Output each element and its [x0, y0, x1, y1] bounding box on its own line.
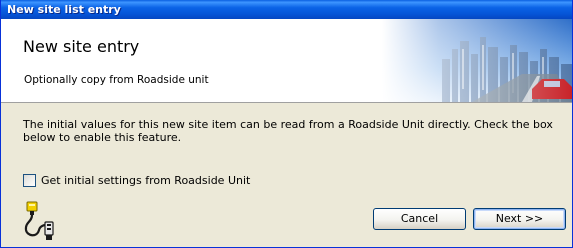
checkbox-label[interactable]: Get initial settings from Roadside Unit	[41, 174, 250, 187]
wizard-dialog: New site list entry New site entry Optio…	[0, 0, 573, 248]
description-text: The initial values for this new site ite…	[23, 118, 553, 144]
cable-connector-icon	[24, 201, 54, 240]
title-bar[interactable]: New site list entry	[1, 0, 572, 19]
header-subtitle: Optionally copy from Roadside unit	[24, 74, 209, 86]
wizard-header: New site entry Optionally copy from Road…	[1, 19, 572, 103]
cancel-button[interactable]: Cancel	[373, 208, 466, 230]
window-title: New site list entry	[7, 3, 121, 16]
next-button[interactable]: Next >>	[473, 208, 566, 230]
checkbox-box[interactable]	[23, 173, 36, 187]
city-road-banner-image	[382, 19, 572, 102]
header-title: New site entry	[23, 37, 140, 56]
initial-settings-checkbox[interactable]: Get initial settings from Roadside Unit	[23, 172, 250, 188]
